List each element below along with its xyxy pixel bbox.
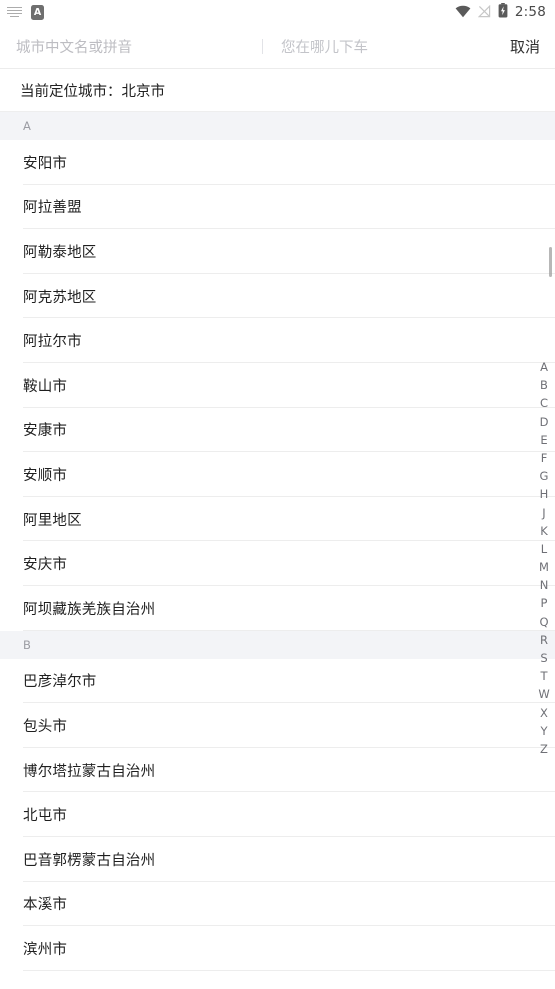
status-bar: A 2:58 <box>0 0 555 24</box>
alphabet-index-bar[interactable]: ABCDEFGHJKLMNPQRSTWXYZ <box>533 358 555 758</box>
city-row-label: 安庆市 <box>23 557 68 574</box>
city-row[interactable]: 包头市 <box>0 703 555 748</box>
city-row-label: 包头市 <box>23 718 68 735</box>
city-row-label: 阿勒泰地区 <box>23 244 97 261</box>
city-row-label: 阿里地区 <box>23 512 82 529</box>
keyboard-icon <box>7 6 22 18</box>
alphabet-index-letter-y[interactable]: Y <box>533 722 555 740</box>
alphabet-index-letter-s[interactable]: S <box>533 649 555 667</box>
alphabet-index-letter-b[interactable]: B <box>533 376 555 394</box>
city-search-input[interactable]: 城市中文名或拼音 <box>0 36 262 57</box>
city-row[interactable]: 阿里地区 <box>0 496 555 542</box>
cancel-button[interactable]: 取消 <box>500 36 555 57</box>
alphabet-index-letter-n[interactable]: N <box>533 576 555 594</box>
alphabet-index-letter-f[interactable]: F <box>533 449 555 467</box>
city-row[interactable]: 安康市 <box>0 407 555 453</box>
city-row[interactable]: 滨州市 <box>0 926 555 971</box>
alphabet-index-letter-x[interactable]: X <box>533 704 555 722</box>
city-row[interactable]: 安阳市 <box>0 140 555 185</box>
city-row-label: 博尔塔拉蒙古自治州 <box>23 763 156 780</box>
signal-off-icon <box>477 3 491 22</box>
city-row-label: 阿克苏地区 <box>23 289 97 306</box>
city-row[interactable]: 阿拉尔市 <box>0 318 555 363</box>
current-location-row[interactable]: 当前定位城市：北京市 <box>0 69 555 112</box>
alphabet-index-letter-t[interactable]: T <box>533 667 555 685</box>
alphabet-index-letter-q[interactable]: Q <box>533 613 555 631</box>
city-row[interactable]: 安顺市 <box>0 452 555 497</box>
city-row-label: 安康市 <box>23 423 68 440</box>
alphabet-index-letter-k[interactable]: K <box>533 522 555 540</box>
app-badge-icon: A <box>31 4 44 20</box>
alphabet-index-letter-g[interactable]: G <box>533 467 555 485</box>
city-row[interactable]: 巴彦淖尔市 <box>0 658 555 704</box>
alphabet-index-letter-j[interactable]: J <box>533 504 555 522</box>
city-row-label: 巴音郭楞蒙古自治州 <box>23 852 156 869</box>
city-row[interactable]: 阿克苏地区 <box>0 273 555 319</box>
city-row[interactable]: 鞍山市 <box>0 362 555 408</box>
alphabet-index-letter-l[interactable]: L <box>533 540 555 558</box>
city-picker-screen: A 2:58 城市中文名或拼音 您在哪儿下车 取消 当前定位城市：北京市 A 安… <box>0 0 555 989</box>
city-row-label: 阿拉尔市 <box>23 334 82 351</box>
city-row-label: 安顺市 <box>23 467 68 484</box>
alphabet-index-letter-h[interactable]: H <box>533 485 555 503</box>
city-row[interactable]: 本溪市 <box>0 881 555 927</box>
city-row[interactable]: 阿坝藏族羌族自治州 <box>0 585 555 631</box>
status-bar-left-icons: A <box>7 4 44 20</box>
alphabet-index-letter-e[interactable]: E <box>533 431 555 449</box>
destination-search-input[interactable]: 您在哪儿下车 <box>263 36 500 57</box>
city-row-label: 安阳市 <box>23 155 68 172</box>
alphabet-index-letter-p[interactable]: P <box>533 594 555 612</box>
city-row-label: 巴彦淖尔市 <box>23 674 97 691</box>
city-row-label: 本溪市 <box>23 897 68 914</box>
city-list-body: A 安阳市阿拉善盟阿勒泰地区阿克苏地区阿拉尔市鞍山市安康市安顺市阿里地区安庆市阿坝… <box>0 112 555 971</box>
city-row[interactable]: 北屯市 <box>0 792 555 837</box>
city-row[interactable]: 阿拉善盟 <box>0 184 555 230</box>
city-row-label: 鞍山市 <box>23 378 68 395</box>
battery-charging-icon <box>498 2 508 22</box>
wifi-icon <box>455 3 471 22</box>
alphabet-index-letter-a[interactable]: A <box>533 358 555 376</box>
section-header-b: B <box>0 630 555 659</box>
city-row[interactable]: 阿勒泰地区 <box>0 229 555 274</box>
alphabet-index-letter-d[interactable]: D <box>533 413 555 431</box>
status-bar-right-icons: 2:58 <box>455 2 546 22</box>
city-row[interactable]: 博尔塔拉蒙古自治州 <box>0 747 555 793</box>
current-location-text: 当前定位城市：北京市 <box>20 83 165 100</box>
city-row-label: 北屯市 <box>23 808 68 825</box>
section-header-a: A <box>0 112 555 140</box>
alphabet-index-letter-z[interactable]: Z <box>533 740 555 758</box>
city-row[interactable]: 安庆市 <box>0 541 555 586</box>
city-row-label: 滨州市 <box>23 941 68 958</box>
city-list[interactable]: A 安阳市阿拉善盟阿勒泰地区阿克苏地区阿拉尔市鞍山市安康市安顺市阿里地区安庆市阿坝… <box>0 112 555 989</box>
alphabet-index-letter-w[interactable]: W <box>533 685 555 703</box>
city-row[interactable]: 巴音郭楞蒙古自治州 <box>0 836 555 882</box>
alphabet-index-letter-c[interactable]: C <box>533 394 555 412</box>
alphabet-index-letter-r[interactable]: R <box>533 631 555 649</box>
city-row-label: 阿坝藏族羌族自治州 <box>23 601 156 618</box>
status-bar-clock: 2:58 <box>514 4 546 20</box>
city-row-label: 阿拉善盟 <box>23 200 82 217</box>
list-scrollbar-thumb[interactable] <box>549 247 552 277</box>
search-bar: 城市中文名或拼音 您在哪儿下车 取消 <box>0 24 555 69</box>
alphabet-index-letter-m[interactable]: M <box>533 558 555 576</box>
